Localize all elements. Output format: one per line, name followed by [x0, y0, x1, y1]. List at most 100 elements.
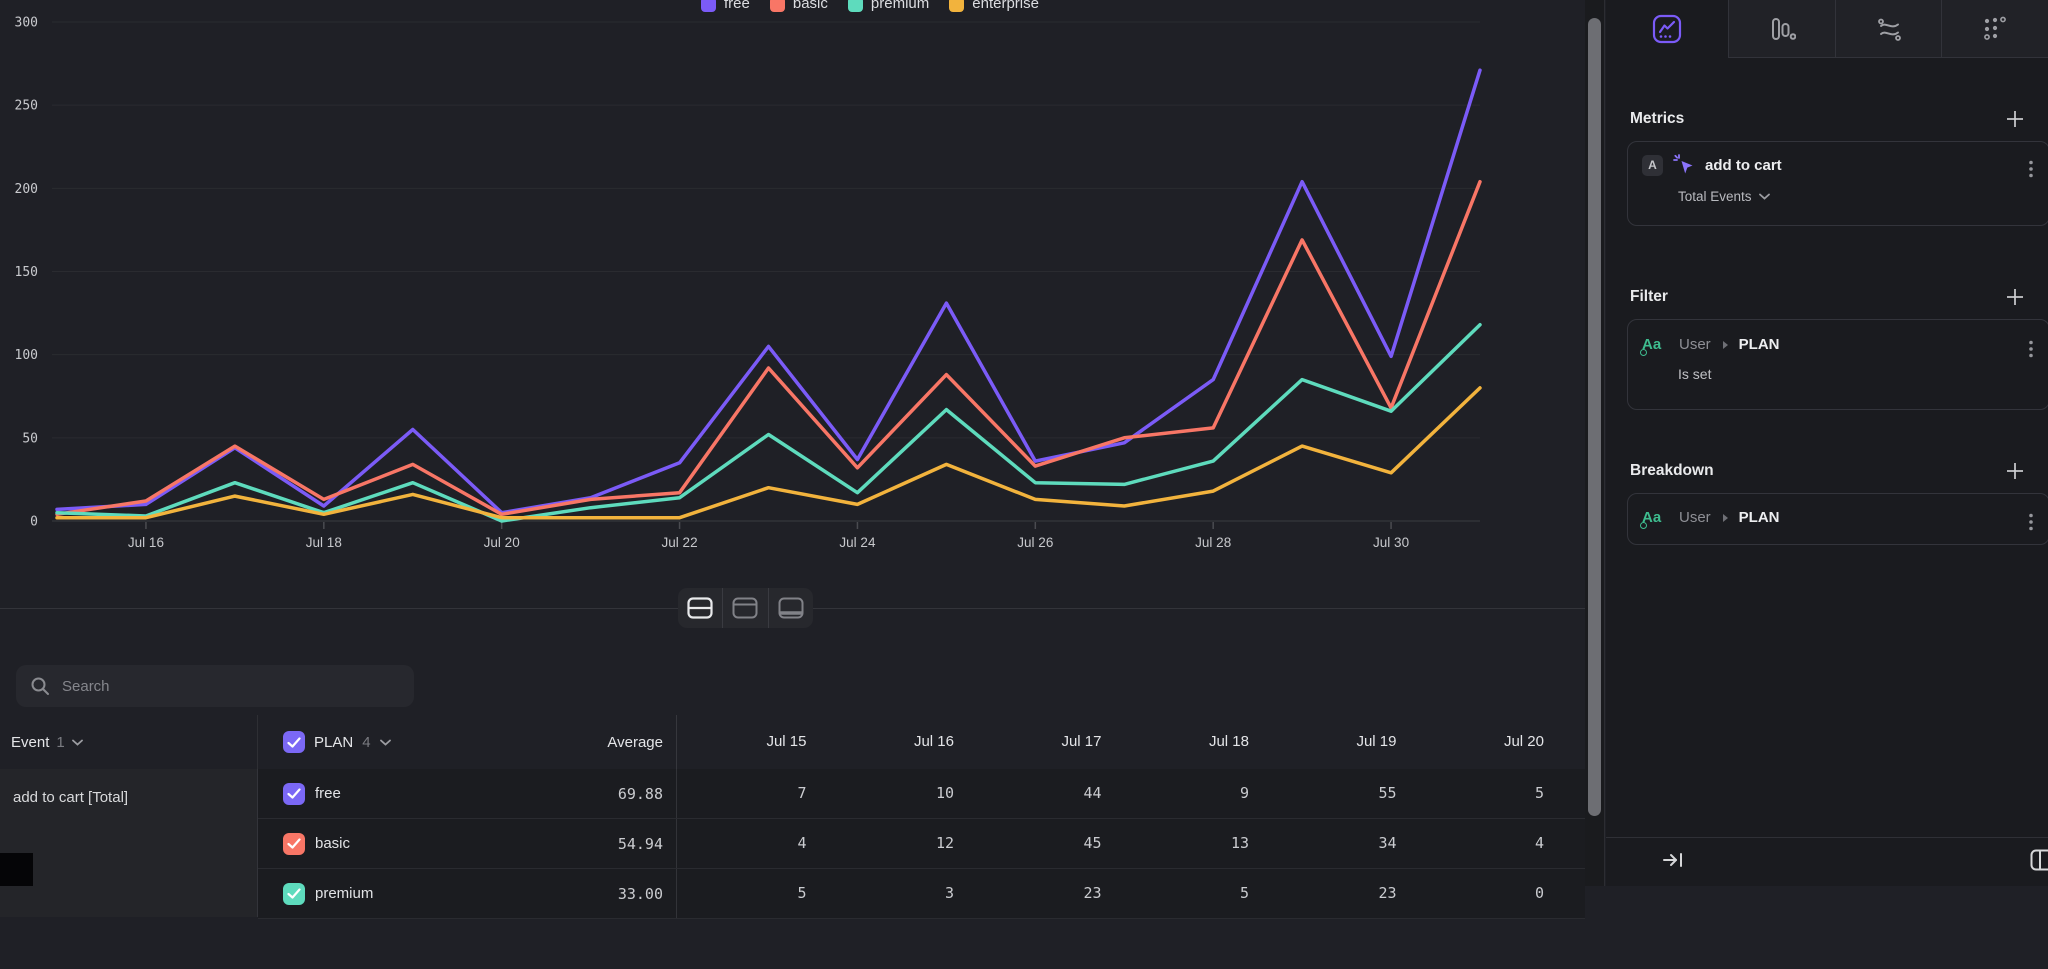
- text-property-icon: Aa: [1642, 336, 1669, 353]
- chart-section: freebasicpremiumenterprise 0501001502002…: [0, 0, 1585, 609]
- check-icon: [287, 838, 301, 849]
- aggregation-selector[interactable]: Total Events: [1678, 189, 2035, 204]
- value-cell: 10: [825, 769, 973, 818]
- tab-more-chart-types[interactable]: [1941, 0, 2048, 58]
- dots-grid-icon: [1982, 16, 2008, 42]
- average-value: 69.88: [618, 785, 676, 803]
- legend-item-enterprise[interactable]: enterprise: [949, 0, 1039, 15]
- x-axis-label: Jul 16: [128, 535, 164, 550]
- scrollbar-track: [1585, 0, 1605, 886]
- value-cell: 5: [1415, 769, 1563, 818]
- y-axis-label: 100: [15, 348, 38, 363]
- x-axis-label: Jul 28: [1195, 535, 1231, 550]
- plan-row-basic[interactable]: basic54.944124513344: [258, 819, 1585, 869]
- x-axis-label: Jul 18: [306, 535, 342, 550]
- kebab-icon: [2029, 340, 2033, 358]
- table-only-icon: [778, 597, 804, 619]
- plan-column-header[interactable]: PLAN 4 Average: [258, 715, 677, 769]
- x-axis-label: Jul 24: [839, 535, 876, 550]
- split-view-toggle[interactable]: [678, 588, 722, 628]
- metric-event-name: add to cart: [1705, 157, 1782, 174]
- series-line-free: [57, 70, 1480, 513]
- date-column-headers: Jul 15Jul 16Jul 17Jul 18Jul 19Jul 20: [677, 715, 1562, 769]
- y-axis-label: 50: [22, 431, 38, 446]
- legend-label: enterprise: [972, 0, 1039, 12]
- cutoff-overlay-element: [0, 853, 33, 886]
- metric-options-kebab[interactable]: [2027, 158, 2035, 185]
- legend-item-premium[interactable]: premium: [848, 0, 929, 15]
- collapse-sidebar-button[interactable]: [1662, 850, 1686, 875]
- chart-only-toggle[interactable]: [722, 588, 767, 628]
- check-icon: [287, 888, 301, 899]
- plan-select-all-checkbox[interactable]: [283, 731, 305, 753]
- filter-property: PLAN: [1739, 336, 1780, 353]
- add-filter-button[interactable]: [2006, 288, 2024, 306]
- breakdown-options-kebab[interactable]: [2027, 511, 2035, 538]
- check-icon: [287, 737, 301, 748]
- value-cell: 23: [1267, 869, 1415, 918]
- value-cell: 9: [1120, 769, 1268, 818]
- value-cell: 34: [1267, 819, 1415, 868]
- filter-entity: User: [1679, 336, 1711, 353]
- event-column-header[interactable]: Event 1: [0, 715, 258, 769]
- flow-chart-icon: [1875, 15, 1903, 43]
- add-breakdown-button[interactable]: [2006, 462, 2024, 480]
- filter-title: Filter: [1630, 288, 1668, 306]
- breakdown-card[interactable]: Aa User PLAN: [1627, 493, 2048, 545]
- layout-toggle-group: [678, 588, 813, 628]
- legend-item-free[interactable]: free: [701, 0, 750, 15]
- columns-icon: [2030, 849, 2048, 871]
- filter-card[interactable]: Aa User PLAN Is set: [1627, 319, 2048, 410]
- value-cell: 12: [825, 819, 973, 868]
- chart-legend: free basic premium enterprise: [560, 0, 1180, 15]
- tab-flow-chart[interactable]: [1835, 0, 1942, 58]
- breakdown-entity: User: [1679, 509, 1711, 526]
- metrics-title: Metrics: [1630, 110, 1684, 128]
- table-only-toggle[interactable]: [768, 588, 813, 628]
- checkbox-free[interactable]: [283, 783, 305, 805]
- filter-condition-label: Is set: [1678, 366, 1711, 382]
- plan-header-label: PLAN: [314, 734, 353, 751]
- filter-condition[interactable]: Is set: [1678, 366, 2035, 382]
- metric-card[interactable]: A add to cart Total Events: [1627, 141, 2048, 226]
- metrics-section-header: Metrics: [1630, 110, 2024, 128]
- date-column-header: Jul 15: [677, 715, 825, 769]
- tab-line-chart[interactable]: [1606, 0, 1728, 58]
- breakdown-title: Breakdown: [1630, 462, 1714, 480]
- value-cell: 44: [972, 769, 1120, 818]
- add-metric-button[interactable]: [2006, 110, 2024, 128]
- legend-swatch: [949, 0, 964, 12]
- event-row-cell[interactable]: add to cart [Total]: [0, 769, 258, 917]
- line-chart-icon: [1652, 14, 1682, 44]
- report-settings-sidebar: Metrics A add to cart Total Events: [1606, 0, 2048, 886]
- scrollbar-thumb[interactable]: [1588, 18, 1601, 816]
- event-row-label: add to cart [Total]: [13, 789, 128, 806]
- legend-swatch: [848, 0, 863, 12]
- tab-bar-chart[interactable]: [1728, 0, 1835, 58]
- y-axis-label: 250: [15, 99, 38, 114]
- legend-item-basic[interactable]: basic: [770, 0, 828, 15]
- legend-label: basic: [793, 0, 828, 12]
- check-icon: [287, 788, 301, 799]
- panel-layout-button[interactable]: [2030, 849, 2048, 876]
- search-box: [16, 665, 414, 707]
- bar-chart-icon: [1768, 15, 1796, 43]
- legend-label: premium: [871, 0, 929, 12]
- plan-rows: free69.88710449555basic54.944124513344pr…: [258, 769, 1585, 919]
- y-axis-label: 200: [15, 182, 38, 197]
- chevron-right-icon: [1721, 340, 1729, 350]
- filter-options-kebab[interactable]: [2027, 338, 2035, 365]
- kebab-icon: [2029, 160, 2033, 178]
- date-column-header: Jul 19: [1267, 715, 1415, 769]
- x-axis-label: Jul 26: [1017, 535, 1053, 550]
- value-cell: 23: [972, 869, 1120, 918]
- checkbox-basic[interactable]: [283, 833, 305, 855]
- search-input[interactable]: [60, 677, 400, 696]
- plan-row-free[interactable]: free69.88710449555: [258, 769, 1585, 819]
- metric-letter-badge: A: [1642, 155, 1663, 176]
- legend-swatch: [770, 0, 785, 12]
- plan-row-premium[interactable]: premium33.0053235230: [258, 869, 1585, 919]
- x-axis-label: Jul 20: [484, 535, 520, 550]
- legend-swatch: [701, 0, 716, 12]
- average-value: 33.00: [618, 885, 676, 903]
